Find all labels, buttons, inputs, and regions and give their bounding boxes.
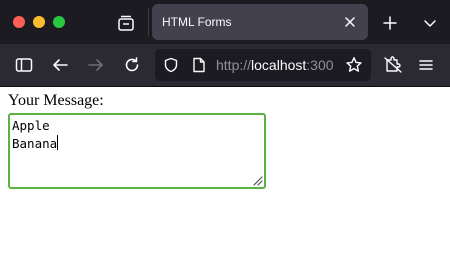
extensions-icon[interactable] (381, 53, 405, 77)
url-scheme: http:// (216, 57, 252, 73)
message-label: Your Message: (8, 92, 104, 109)
forward-arrow-icon[interactable] (84, 53, 108, 77)
page-content: Your Message: Apple Banana (0, 87, 450, 260)
tab-html-forms[interactable]: HTML Forms (152, 4, 368, 40)
textarea-line-text: Banana (12, 136, 58, 151)
tab-bar: HTML Forms (0, 0, 450, 44)
sidebar-icon[interactable] (12, 53, 36, 77)
navigation-toolbar: http://localhost:300 (0, 44, 450, 87)
back-arrow-icon[interactable] (48, 53, 72, 77)
url-text[interactable]: http://localhost:300 (216, 57, 334, 73)
url-bar[interactable]: http://localhost:300 (155, 49, 371, 81)
url-rest: :300 (306, 57, 334, 73)
window-minimize-button[interactable] (33, 16, 45, 28)
tab-separator (148, 8, 149, 36)
tabs-overview-icon[interactable] (112, 12, 140, 34)
window-close-button[interactable] (13, 16, 25, 28)
menu-icon[interactable] (414, 53, 438, 77)
textarea-line: Banana (12, 135, 59, 153)
window-zoom-button[interactable] (53, 16, 65, 28)
reload-icon[interactable] (120, 53, 144, 77)
page-icon[interactable] (191, 57, 207, 73)
message-textarea[interactable]: Apple Banana (8, 113, 266, 189)
star-icon[interactable] (342, 53, 366, 77)
resize-handle-icon[interactable] (251, 174, 263, 186)
url-host: localhost (251, 57, 307, 73)
chevron-down-icon[interactable] (418, 12, 442, 34)
close-icon[interactable] (342, 14, 358, 30)
tab-title: HTML Forms (162, 15, 232, 29)
text-caret (57, 135, 59, 150)
textarea-line: Apple (12, 118, 50, 133)
plus-icon[interactable] (378, 12, 402, 34)
shield-icon[interactable] (163, 57, 179, 73)
